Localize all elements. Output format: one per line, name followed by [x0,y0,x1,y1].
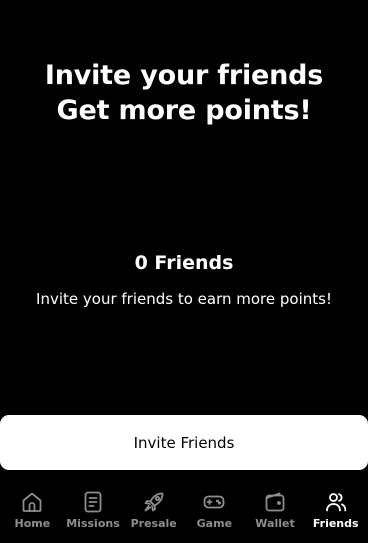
nav-label-missions: Missions [66,517,120,530]
nav-label-game: Game [196,517,233,530]
nav-label-wallet: Wallet [255,517,295,530]
nav-label-friends: Friends [312,517,359,530]
headline-line-1: Invite your friends [44,60,324,91]
nav-item-game[interactable]: Game [184,484,245,543]
nav-label-home: Home [14,517,51,530]
nav-item-friends[interactable]: Friends [305,484,366,543]
friends-count: 0 Friends [134,252,234,274]
rocket-icon [142,490,166,514]
nav-item-missions[interactable]: Missions [63,484,124,543]
home-icon [20,490,44,514]
users-icon [324,490,348,514]
nav-item-wallet[interactable]: Wallet [245,484,306,543]
nav-item-presale[interactable]: Presale [123,484,184,543]
page-headline: Invite your friends Get more points! [0,58,368,128]
bottom-nav: Home Missions Presale Game Wallet Friend… [0,484,368,543]
gamepad-icon [202,490,226,514]
invite-friends-button[interactable]: Invite Friends [0,415,368,470]
wallet-icon [263,490,287,514]
nav-item-home[interactable]: Home [2,484,63,543]
document-icon [81,490,105,514]
nav-label-presale: Presale [130,517,177,530]
friends-subtitle: Invite your friends to earn more points! [36,290,332,308]
headline-line-2: Get more points! [56,95,312,126]
